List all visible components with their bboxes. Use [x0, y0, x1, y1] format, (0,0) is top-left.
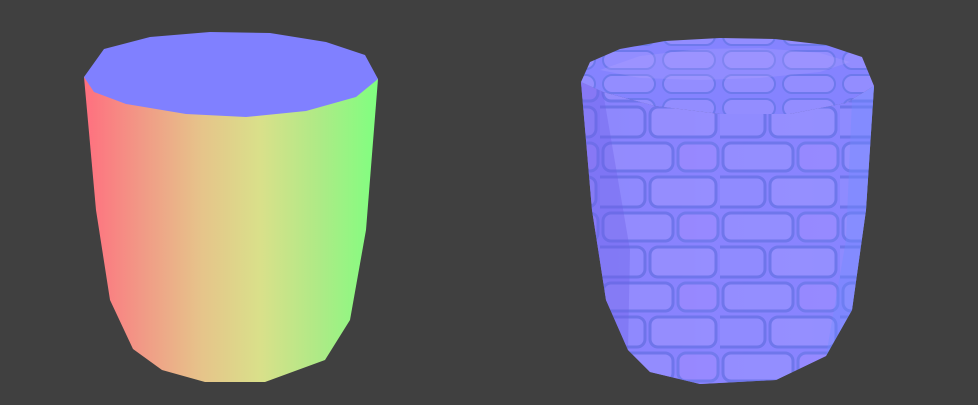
- object-space-normal-cylinder[interactable]: [84, 32, 378, 382]
- tangent-space-normal-cylinder[interactable]: [581, 38, 874, 384]
- 3d-viewport[interactable]: [0, 0, 978, 405]
- viewport-canvas: [0, 0, 978, 405]
